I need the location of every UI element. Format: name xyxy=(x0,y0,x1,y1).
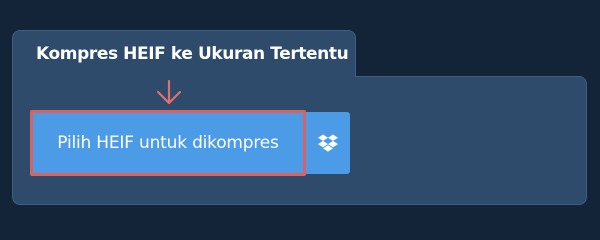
tab-panel-joint xyxy=(13,70,355,82)
choose-heif-button-label: Pilih HEIF untuk dikompres xyxy=(57,133,279,153)
arrow-down-icon xyxy=(156,80,182,105)
choose-heif-button[interactable]: Pilih HEIF untuk dikompres xyxy=(30,110,306,176)
dropbox-button[interactable] xyxy=(306,112,350,174)
dropbox-icon xyxy=(318,134,338,152)
page-title: Kompres HEIF ke Ukuran Tertentu xyxy=(36,44,349,64)
